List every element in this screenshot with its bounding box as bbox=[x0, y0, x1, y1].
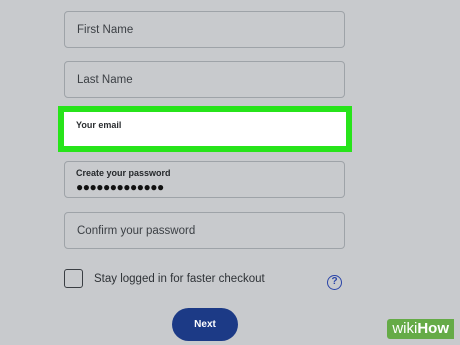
watermark-wiki: wiki bbox=[392, 320, 418, 337]
help-icon[interactable]: ? bbox=[327, 275, 342, 290]
password-value: ●●●●●●●●●●●●● bbox=[76, 180, 164, 194]
stay-logged-in-label[interactable]: Stay logged in for faster checkout bbox=[94, 273, 265, 285]
password-label: Create your password bbox=[76, 168, 171, 178]
last-name-field[interactable]: Last Name bbox=[64, 61, 345, 98]
email-field[interactable]: Your email bbox=[58, 106, 352, 152]
confirm-password-field[interactable]: Confirm your password bbox=[64, 212, 345, 249]
wikihow-watermark: wikiHow bbox=[387, 319, 454, 339]
password-field[interactable]: Create your password ●●●●●●●●●●●●● bbox=[64, 161, 345, 198]
last-name-placeholder: Last Name bbox=[77, 73, 133, 86]
stay-logged-in-checkbox[interactable] bbox=[64, 269, 83, 288]
confirm-password-placeholder: Confirm your password bbox=[77, 224, 196, 237]
next-button[interactable]: Next bbox=[172, 308, 238, 341]
email-label: Your email bbox=[76, 120, 122, 130]
watermark-how: How bbox=[417, 320, 449, 337]
first-name-field[interactable]: First Name bbox=[64, 11, 345, 48]
first-name-placeholder: First Name bbox=[77, 23, 134, 36]
